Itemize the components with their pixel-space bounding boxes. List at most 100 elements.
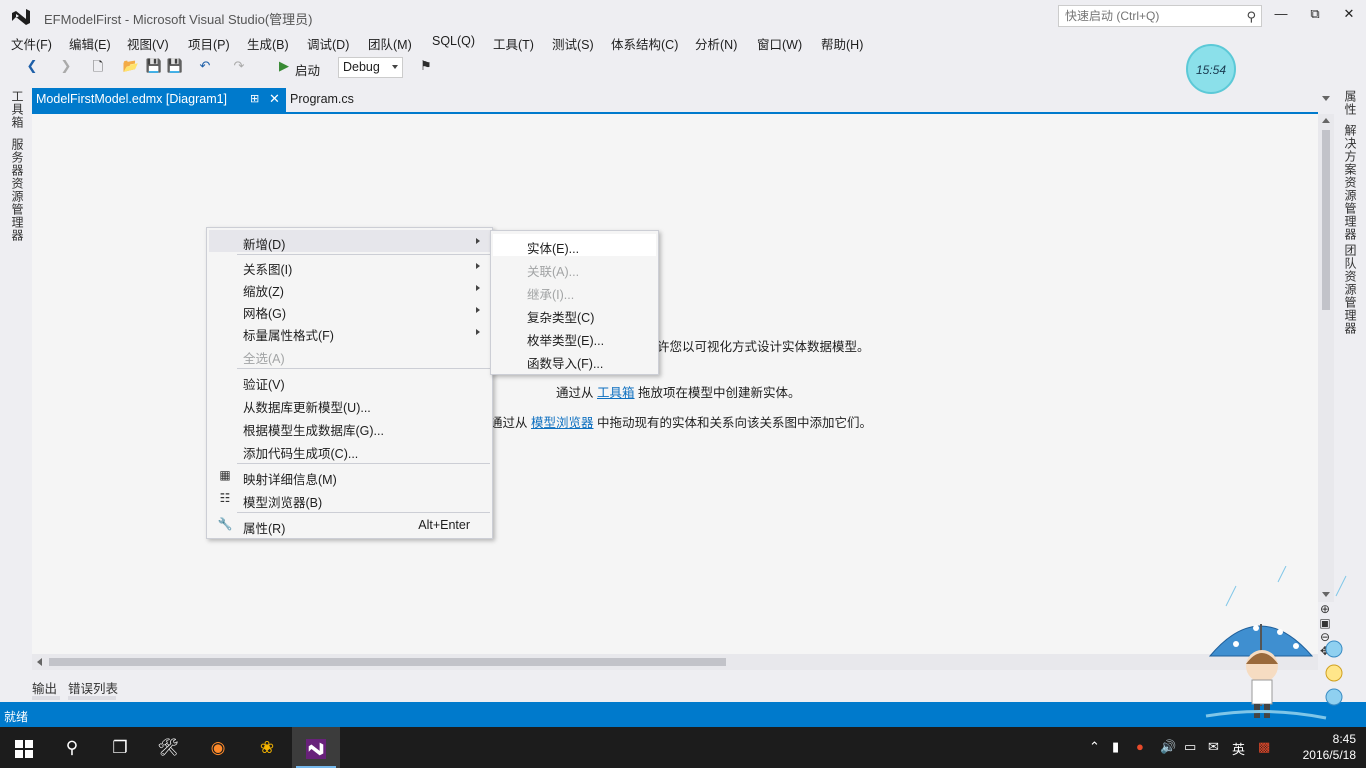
submenu-item-complex-type[interactable]: 复杂类型(C) [493,303,656,325]
menu-item-mapping-details[interactable]: ▦ 映射详细信息(M) [209,465,490,487]
open-file-icon[interactable]: 📂 [122,58,140,78]
document-tabs: ModelFirstModel.edmx [Diagram1] ⊞ ✕ Prog… [32,88,1334,112]
menu-item-add-code-generation-item[interactable]: 添加代码生成项(C)... [209,439,490,461]
undo-icon[interactable]: ↶ [196,58,214,78]
network-icon[interactable]: ▭ [1184,739,1196,755]
menu-tools[interactable]: 工具(T) [493,34,534,53]
action-center-icon[interactable]: ✉ [1208,739,1219,755]
tab-error-list[interactable]: 错误列表 [68,678,118,697]
toolbox-tab[interactable]: 工具箱 [9,90,26,129]
menu-build[interactable]: 生成(B) [247,34,289,53]
solution-explorer-tab[interactable]: 解决方案资源管理器 [1342,124,1359,241]
windows-logo-icon [15,739,33,758]
visual-studio-icon [306,738,326,759]
menu-item-properties[interactable]: 🔧 属性(R) Alt+Enter [209,514,490,536]
menu-file[interactable]: 文件(F) [11,34,52,53]
back-icon[interactable]: ❮ [22,58,42,78]
menu-project[interactable]: 项目(P) [188,34,230,53]
submenu-item-function-import[interactable]: 函数导入(F)... [493,349,656,371]
menu-item-validate[interactable]: 验证(V) [209,370,490,392]
designer-hint-3: 通过从 模型浏览器 中拖动现有的实体和关系向该关系图中添加它们。 [490,412,872,431]
start-button-label[interactable]: 启动 [295,60,320,79]
forward-icon[interactable]: ❯ [58,58,74,78]
firefox-icon[interactable]: ◉ [194,727,242,768]
menu-item-grid[interactable]: 网格(G) [209,299,490,321]
scroll-thumb[interactable] [1322,130,1330,310]
save-icon[interactable]: 💾 [145,58,163,78]
volume-icon[interactable]: 🔊 [1160,739,1176,755]
ime-indicator[interactable]: 英 [1232,739,1245,758]
search-icon[interactable]: ⚲ [1246,9,1256,25]
menu-item-diagram[interactable]: 关系图(I) [209,255,490,277]
team-explorer-tab[interactable]: 团队资源管理器 [1342,244,1359,335]
status-bar: 就绪 [0,702,1366,727]
start-button[interactable] [0,727,48,768]
menu-item-scalar-property-format[interactable]: 标量属性格式(F) [209,321,490,343]
start-debugging-icon[interactable]: ▶ [276,58,292,78]
search-taskbar-icon[interactable]: ⚲ [48,727,96,768]
tab-program-cs[interactable]: Program.cs [290,92,354,106]
redo-icon[interactable]: ↷ [230,58,248,78]
desktop-mascot-image[interactable] [1196,566,1366,726]
restore-button[interactable]: ⧉ [1305,6,1325,26]
battery-icon[interactable]: ▮ [1112,739,1119,755]
vertical-scrollbar[interactable] [1318,114,1334,602]
title-bar: EFModelFirst - Microsoft Visual Studio(管… [0,0,1366,32]
horizontal-scroll-thumb[interactable] [49,658,726,666]
qq-icon[interactable]: ● [1136,739,1144,754]
task-view-icon[interactable]: ❐ [96,727,144,768]
tools-app-icon[interactable]: 🛠 [144,727,192,768]
scroll-left-icon[interactable] [37,658,42,666]
quick-launch-box[interactable]: ⚲ [1058,5,1262,27]
menu-item-update-model-from-database[interactable]: 从数据库更新模型(U)... [209,393,490,415]
mapping-details-icon: ▦ [219,468,231,482]
menu-debug[interactable]: 调试(D) [307,34,349,53]
toolbox-link[interactable]: 工具箱 [597,386,635,400]
menu-analyze[interactable]: 分析(N) [695,34,737,53]
model-browser-link[interactable]: 模型浏览器 [531,416,594,430]
save-all-icon[interactable]: 💾 [166,58,184,78]
designer-hint-2: 通过从 工具箱 拖放项在模型中创建新实体。 [556,382,801,401]
model-browser-icon: ☷ [219,491,231,505]
minimize-button[interactable]: — [1271,6,1291,26]
submenu-item-entity[interactable]: 实体(E)... [493,234,656,256]
menu-edit[interactable]: 编辑(E) [69,34,111,53]
timer-widget[interactable]: 15:54 [1186,44,1236,94]
tab-overflow-chevron-icon[interactable] [1322,96,1330,101]
find-in-files-icon[interactable]: ⚑ [416,58,436,78]
wrench-icon: 🔧 [217,517,233,531]
system-clock[interactable]: 8:45 2016/5/18 [1290,731,1356,763]
visual-studio-logo-icon [12,9,30,25]
close-tab-icon[interactable]: ✕ [269,91,280,107]
show-hidden-icons-chevron-icon[interactable]: ⌃ [1089,739,1100,755]
submenu-item-enum-type[interactable]: 枚举类型(E)... [493,326,656,348]
menu-item-model-browser[interactable]: ☷ 模型浏览器(B) [209,488,490,510]
menu-window[interactable]: 窗口(W) [757,34,802,53]
menu-architecture[interactable]: 体系结构(C) [611,34,678,53]
window-title: EFModelFirst - Microsoft Visual Studio(管… [44,12,313,27]
submenu-item-inheritance: 继承(I)... [527,288,575,302]
horizontal-scrollbar[interactable] [32,654,1318,670]
color-app-icon[interactable]: ❀ [243,727,291,768]
properties-tab[interactable]: 属性 [1342,90,1359,116]
solution-configuration-dropdown[interactable]: Debug [338,57,403,78]
visual-studio-taskbar-icon[interactable] [292,727,340,768]
bottom-tool-tabs: 输出 错误列表 [32,676,332,700]
menu-help[interactable]: 帮助(H) [821,34,863,53]
sogou-input-icon[interactable]: ▩ [1258,739,1270,755]
menu-test[interactable]: 测试(S) [552,34,594,53]
menu-team[interactable]: 团队(M) [368,34,412,53]
menu-item-add[interactable]: 新增(D) [209,230,490,252]
tab-modelfirstmodel-edmx[interactable]: ModelFirstModel.edmx [Diagram1] ⊞ ✕ [32,88,286,112]
menu-view[interactable]: 视图(V) [127,34,169,53]
scroll-up-icon[interactable] [1322,118,1330,123]
tab-output[interactable]: 输出 [32,678,57,697]
quick-launch-input[interactable] [1059,6,1235,26]
pin-icon[interactable]: ⊞ [250,92,259,105]
close-button[interactable]: ✕ [1339,6,1359,26]
menu-item-generate-database-from-model[interactable]: 根据模型生成数据库(G)... [209,416,490,438]
menu-sql[interactable]: SQL(Q) [432,34,475,48]
server-explorer-tab[interactable]: 服务器资源管理器 [9,138,26,242]
new-project-icon[interactable]: 🗋 [88,58,108,78]
menu-item-zoom[interactable]: 缩放(Z) [209,277,490,299]
